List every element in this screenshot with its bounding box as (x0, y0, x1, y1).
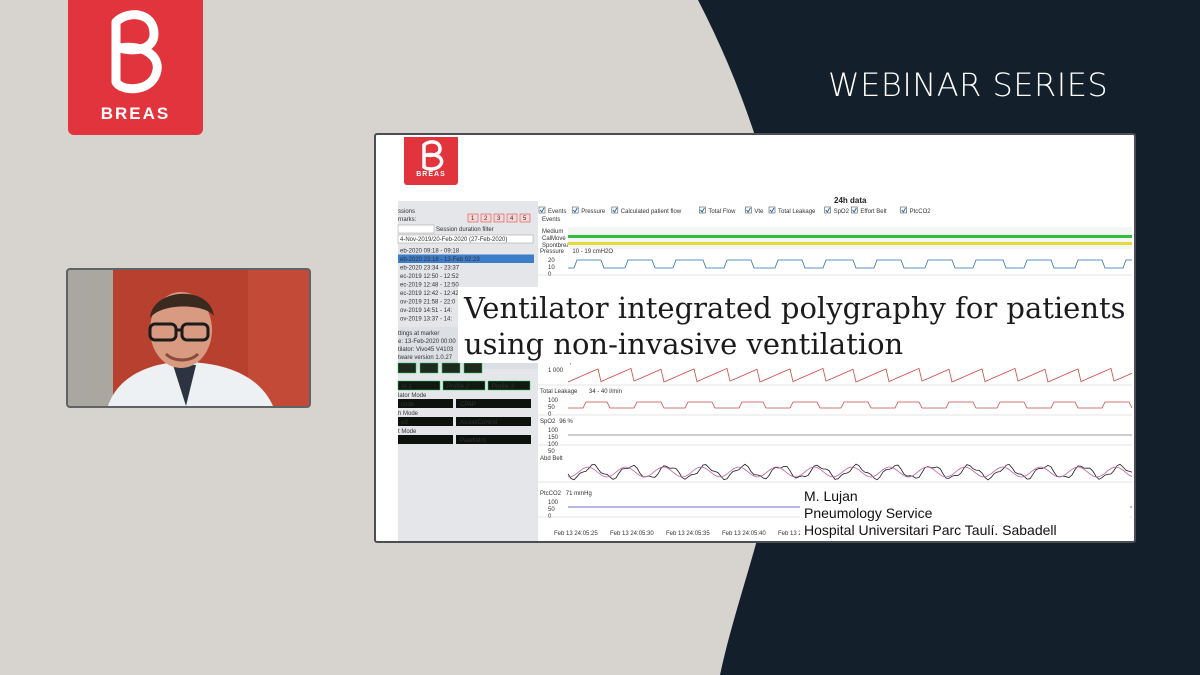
presenter-hospital: Hospital Universitari Parc Taulí. Sabade… (804, 522, 1057, 538)
session-filter[interactable]: Session duration filter (436, 227, 494, 233)
channel-waveform (568, 259, 1132, 269)
channel-waveform (568, 401, 1133, 409)
event-row-label: CalMove (542, 236, 566, 242)
toolbar-button[interactable] (441, 362, 461, 374)
channel-checkbox-label: Effort Belt (860, 209, 887, 215)
channel-name: PtcCO2 (540, 491, 562, 497)
channel-tick: 50 (548, 449, 555, 455)
toolbar-button[interactable] (463, 362, 483, 374)
sessions-label: ssions (398, 209, 415, 215)
toolbar-button[interactable] (419, 362, 439, 374)
settings-firmware: tware version 1.0.27 (398, 355, 453, 361)
software-header: 24h data (834, 196, 867, 205)
slide-title-line1: Ventilator integrated polygraphy for pat… (464, 291, 1126, 325)
channel-value: 71 mmHg (566, 491, 592, 497)
channel-checkbox-label: Calculated patient flow (621, 209, 682, 215)
time-tick: Feb 13 24:05:30 (610, 531, 654, 537)
mode-value: code (401, 402, 415, 408)
mode-value: Assist/Control (460, 420, 497, 426)
channel-checkbox-label: Vte (754, 209, 764, 215)
slide-breas-logo: BREAS (404, 137, 458, 185)
channel-waveform-secondary (567, 466, 1133, 478)
channel-checkbox-label: Total Flow (708, 209, 736, 215)
channel-checkbox-label: PtcCO2 (910, 209, 932, 215)
channel-name: Pressure (540, 249, 565, 255)
session-list-item[interactable]: ov-2019 21:58 - 22:0 (400, 300, 456, 306)
mode-label: lator Mode (398, 393, 427, 399)
time-tick: Feb 13 24:05:40 (722, 531, 766, 537)
settings-date: e: 13-Feb-2020 00:00 (398, 339, 456, 345)
channel-tick: 20 (548, 258, 555, 264)
brand-name: BREAS (100, 104, 171, 123)
settings-label: ttings at marker (398, 331, 439, 337)
channel-tick: 50 (548, 405, 555, 411)
mode-field[interactable] (398, 435, 453, 444)
session-list-item[interactable]: ec-2019 12:48 - 12:50 (400, 283, 459, 289)
slide-title-line2: using non-invasive ventilation (464, 327, 904, 361)
mode-value: ed (401, 420, 408, 426)
mode-label: h Mode (398, 411, 419, 417)
mode-value: CPAP (460, 402, 476, 408)
channel-waveform (567, 367, 1133, 383)
channel-tick: 10 (548, 265, 555, 271)
presenter-webcam (66, 268, 311, 408)
breas-logo: BREAS (68, 0, 203, 135)
channel-name: SpO2 (540, 419, 556, 425)
event-bar-yellow (568, 242, 1132, 245)
session-list-item[interactable]: eb-2020 23:18 - 13-Feb 02:23 (400, 257, 480, 263)
presenter-name: M. Lujan (804, 488, 858, 504)
time-tick: Feb 13 24:05:25 (554, 531, 598, 537)
channel-value: 96 % (559, 419, 573, 425)
session-list-item[interactable]: eb-2020 09:18 - 09:18 (400, 249, 460, 255)
toolbar-button[interactable] (397, 362, 417, 374)
presenter-department: Pneumology Service (804, 505, 933, 521)
channel-tick: 100 (548, 500, 559, 506)
channel-waveform (567, 463, 1133, 481)
session-list-item[interactable]: ov-2019 14:51 - 14: (400, 308, 452, 314)
profile-tab-label: le 1 (402, 384, 412, 390)
channel-value: 10 - 19 cmH2O (572, 249, 613, 255)
session-list-item[interactable]: ec-2019 12:42 - 12:42 (400, 291, 459, 297)
channel-checkbox-label: Total Leakage (778, 209, 816, 215)
settings-ventilator: tilator: Vivo45 V4103 (398, 347, 454, 353)
session-list-item[interactable]: ec-2019 12:50 - 12:52 (400, 274, 459, 280)
channel-checkbox-label: Events (548, 209, 566, 215)
channel-checkbox-label: Pressure (581, 209, 606, 215)
channel-tick: 100 (548, 398, 559, 404)
markers-label: rnarks: (398, 217, 417, 223)
time-tick: Feb 13 24:05:35 (666, 531, 710, 537)
channel-tick: 150 (548, 435, 559, 441)
shared-screen: ssions rnarks: 12345 Session duration fi… (374, 133, 1136, 543)
slide-brand-name: BREAS (416, 171, 446, 178)
presenter-credit: M. Lujan Pneumology Service Hospital Uni… (800, 488, 1130, 541)
breas-b-small-icon (422, 140, 444, 171)
event-bar-green (568, 235, 1132, 238)
date-range: 4-Nov-2019/20-Feb-2020 (27-Feb-2020) (400, 237, 507, 243)
series-title: WEBINAR SERIES (828, 66, 1109, 104)
channel-name: Total Leakage (540, 389, 578, 395)
channel-tick: 1 000 (548, 368, 564, 374)
profile-tab-label: Profile 2 (447, 384, 470, 390)
channel-tick: 50 (548, 507, 555, 513)
channel-value: 34 - 40 l/min (589, 389, 622, 395)
session-list-item[interactable]: ov-2019 13:37 - 14: (400, 317, 452, 323)
channel-tick: 100 (548, 428, 559, 434)
mode-value: Paediatric (460, 438, 487, 444)
session-list-item[interactable]: eb-2020 23:34 - 23:37 (400, 266, 460, 272)
mode-label: t Mode (398, 429, 417, 435)
profile-tab-label: Profile 3 (492, 384, 515, 390)
slide-title: Ventilator integrated polygraphy for pat… (458, 287, 1126, 363)
breas-b-logo-icon (111, 10, 162, 94)
event-row-label: Medium (542, 229, 563, 235)
channel-checkbox-label: SpO2 (834, 209, 850, 215)
channel-name: Abd Belt (540, 456, 563, 462)
events-label: Events (542, 217, 560, 223)
